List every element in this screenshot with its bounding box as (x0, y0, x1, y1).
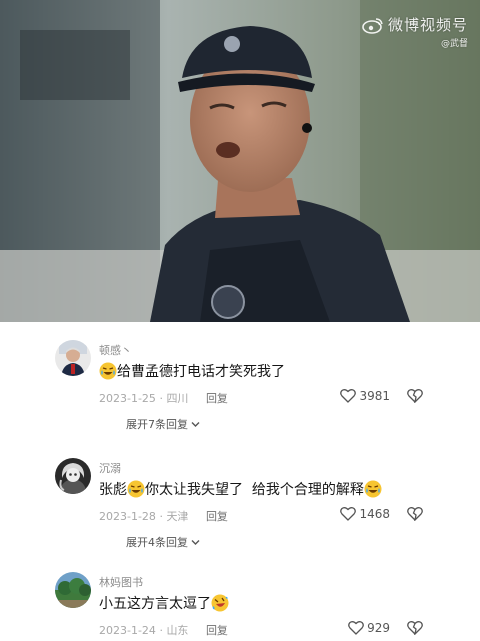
comment-meta: 2023-1-25 · 四川 回复 (99, 392, 228, 405)
comment-date: 2023-1-25 (99, 392, 156, 405)
comment-location: 山东 (166, 624, 189, 637)
watermark-handle: @武督 (440, 39, 468, 49)
like-count: 929 (367, 620, 390, 635)
broken-heart-icon[interactable] (407, 620, 423, 635)
comment-location: 天津 (166, 510, 189, 523)
like-button[interactable]: 3981 (340, 388, 390, 403)
like-count: 1468 (359, 506, 390, 521)
like-button[interactable]: 1468 (340, 506, 390, 521)
comment-meta: 2023-1-28 · 天津 回复 (99, 510, 228, 523)
comment-text: 张彪 你太让我失望了 给我个合理的解释 (99, 479, 382, 499)
avatar[interactable] (55, 340, 91, 376)
rofl-emoji-icon (211, 594, 229, 612)
avatar[interactable] (55, 572, 91, 608)
heart-icon (348, 621, 364, 635)
like-button[interactable]: 929 (348, 620, 390, 635)
comment-list: 顿感丶 给曹孟德打电话才笑死我了 2023-1-25 · 四川 回复 3981 … (0, 322, 480, 641)
laugh-cry-emoji-icon (127, 480, 145, 498)
reply-button[interactable]: 回复 (206, 624, 228, 637)
comment-text-body: 给曹孟德打电话才笑死我了 (117, 364, 285, 380)
comment-username[interactable]: 顿感丶 (99, 342, 132, 358)
weibo-logo-icon (362, 16, 384, 34)
broken-heart-icon[interactable] (407, 388, 423, 403)
reply-button[interactable]: 回复 (206, 510, 228, 523)
laugh-cry-emoji-icon (99, 362, 117, 380)
comment-date: 2023-1-28 (99, 510, 156, 523)
comment-meta: 2023-1-24 · 山东 回复 (99, 624, 228, 637)
comment-text: 小五这方言太逗了 (99, 593, 229, 613)
reply-button[interactable]: 回复 (206, 392, 228, 405)
avatar[interactable] (55, 458, 91, 494)
broken-heart-icon[interactable] (407, 506, 423, 521)
comment-text-body: 小五这方言太逗了 (99, 596, 211, 612)
video-player[interactable]: 微博视频号 @武督 (0, 0, 480, 322)
comment-username[interactable]: 林妈图书 (99, 574, 143, 590)
comment-text-prefix: 张彪 (99, 482, 127, 498)
expand-replies-button[interactable]: 展开4条回复 (126, 534, 200, 550)
screen: 微博视频号 @武督 顿感丶 给曹孟德打电话才笑死我了 2023-1-25 · 四… (0, 0, 480, 641)
comment-date: 2023-1-24 (99, 624, 156, 637)
like-count: 3981 (359, 388, 390, 403)
heart-icon (340, 507, 357, 521)
comment-text: 给曹孟德打电话才笑死我了 (99, 361, 285, 381)
comment-username[interactable]: 沉溺 (99, 460, 121, 476)
chevron-down-icon (191, 539, 200, 545)
weibo-watermark: 微博视频号 @武督 (362, 14, 468, 49)
comment-text-body: 你太让我失望了 给我个合理的解释 (145, 482, 364, 498)
heart-icon (340, 389, 357, 403)
expand-replies-button[interactable]: 展开7条回复 (126, 416, 200, 432)
comment-location: 四川 (166, 392, 189, 405)
watermark-brand: 微博视频号 (387, 16, 468, 34)
chevron-down-icon (191, 421, 200, 427)
laugh-cry-emoji-icon (364, 480, 382, 498)
